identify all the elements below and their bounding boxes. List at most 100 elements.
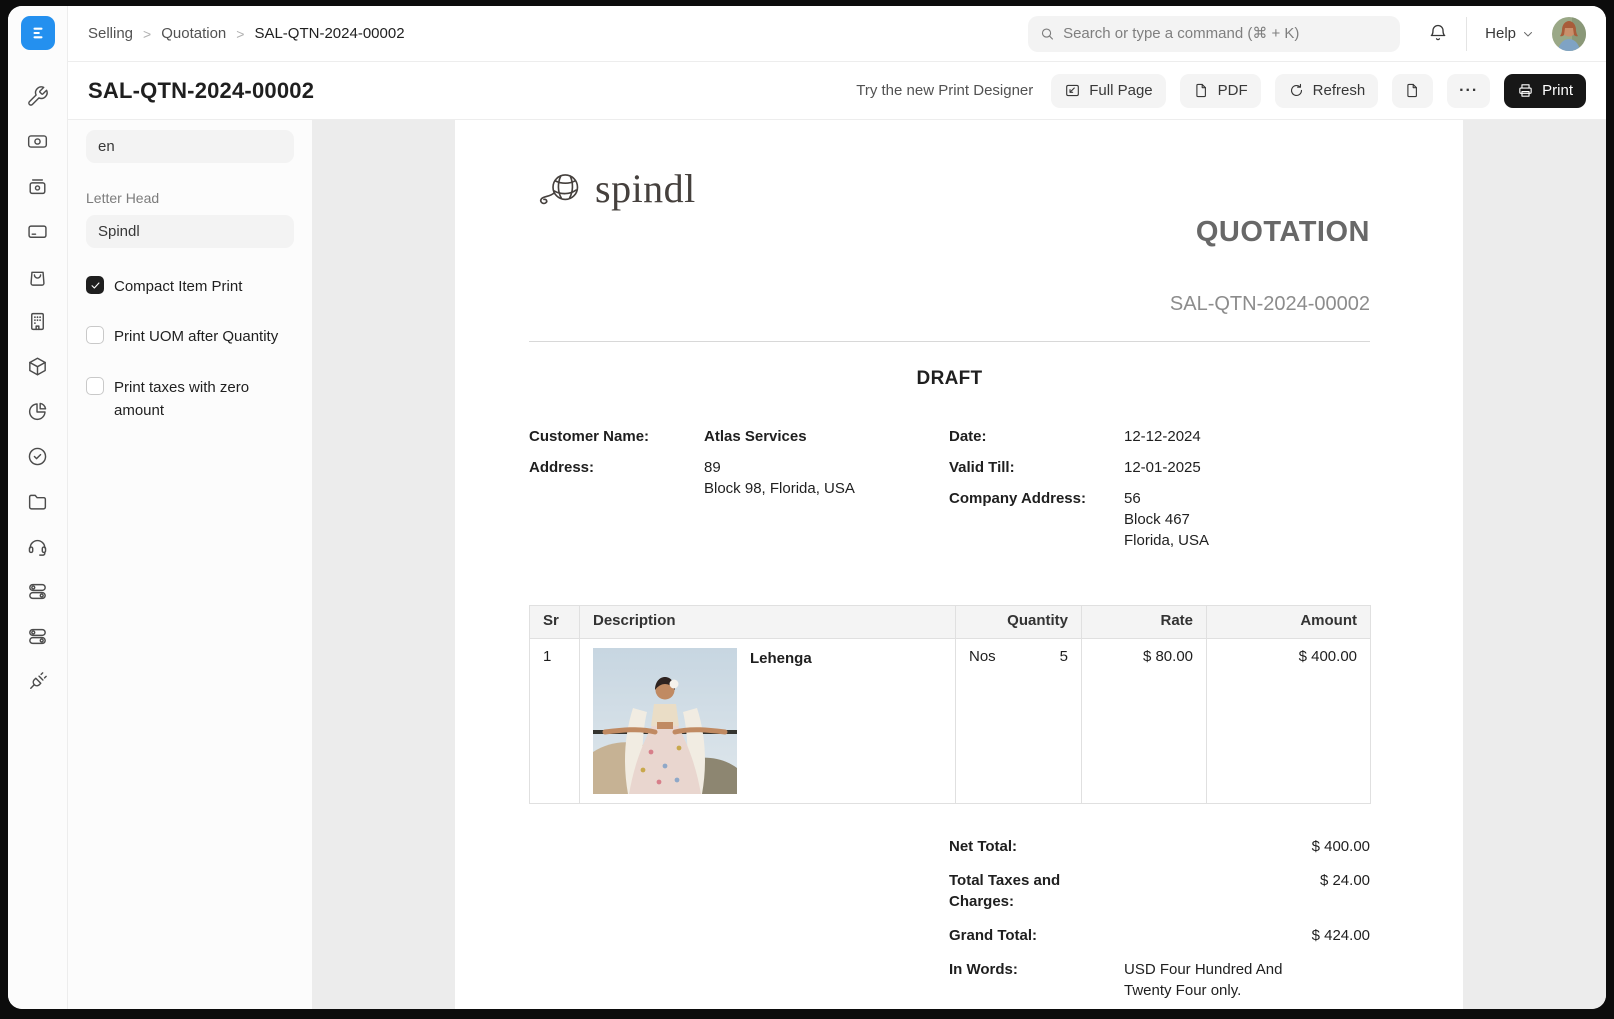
- unchecked-checkbox-icon: [86, 326, 104, 344]
- checkbox-label: Print taxes with zero amount: [114, 376, 294, 423]
- sidebar-item-projects[interactable]: [25, 491, 51, 517]
- valid-till-label: Valid Till:: [949, 457, 1124, 478]
- in-words-value: USD Four Hundred And Twenty Four only.: [1124, 959, 1310, 1001]
- address-label: Address:: [529, 457, 704, 499]
- document-toolbar: SAL-QTN-2024-00002 Try the new Print Des…: [68, 62, 1606, 120]
- checkbox-print-taxes-zero-amount[interactable]: Print taxes with zero amount: [86, 376, 294, 423]
- full-page-button[interactable]: Full Page: [1051, 74, 1165, 108]
- full-page-label: Full Page: [1089, 82, 1152, 99]
- folder-icon: [26, 490, 49, 518]
- help-label: Help: [1485, 25, 1516, 42]
- checkbox-label: Compact Item Print: [114, 275, 242, 298]
- customer-name-label: Customer Name:: [529, 426, 704, 447]
- header-sr: Sr: [530, 606, 580, 639]
- sidebar-item-analytics[interactable]: [25, 401, 51, 427]
- yarn-ball-icon: [529, 167, 587, 211]
- more-actions-button[interactable]: ···: [1447, 74, 1490, 108]
- cell-quantity: Nos 5: [956, 639, 1082, 804]
- address-value: 89 Block 98, Florida, USA: [704, 457, 949, 499]
- cell-rate: $ 80.00: [1082, 639, 1207, 804]
- print-settings-panel: Letter Head Compact Item Print Print UOM…: [68, 120, 312, 1009]
- help-menu[interactable]: Help: [1485, 25, 1534, 42]
- breadcrumb-quotation[interactable]: Quotation: [161, 25, 226, 42]
- checked-checkbox-icon: [86, 276, 104, 294]
- ellipsis-icon: ···: [1459, 82, 1478, 100]
- letterhead-label: Letter Head: [86, 190, 294, 206]
- sidebar-item-quality[interactable]: [25, 446, 51, 472]
- letterhead-input[interactable]: [86, 215, 294, 248]
- avatar-image: [1552, 17, 1586, 51]
- sidebar-item-payments[interactable]: [25, 131, 51, 157]
- language-input[interactable]: [86, 130, 294, 163]
- breadcrumb-selling[interactable]: Selling: [88, 25, 133, 42]
- sidebar-item-buying[interactable]: [25, 176, 51, 202]
- erpnext-e-icon: [28, 23, 48, 43]
- print-preview-area: spindl QUOTATION SAL-QTN-2024-00002 DRAF…: [312, 120, 1606, 1009]
- toggles-alt-icon: [26, 625, 49, 653]
- refresh-icon: [1288, 82, 1305, 99]
- sidebar-item-settings[interactable]: [25, 581, 51, 607]
- customer-name-value: Atlas Services: [704, 426, 949, 447]
- sidebar-item-integrations[interactable]: [25, 671, 51, 697]
- item-qty: 5: [1060, 648, 1068, 665]
- pdf-button[interactable]: PDF: [1180, 74, 1261, 108]
- navbar-divider: [1466, 17, 1467, 51]
- grand-total-value: $ 424.00: [1124, 925, 1370, 946]
- taxes-value: $ 24.00: [1124, 870, 1370, 912]
- item-image: [593, 648, 737, 794]
- try-print-designer-link[interactable]: Try the new Print Designer: [856, 82, 1033, 99]
- print-button[interactable]: Print: [1504, 74, 1586, 108]
- letterhead: spindl: [529, 165, 1370, 212]
- notifications-button[interactable]: [1428, 23, 1450, 45]
- print-label: Print: [1542, 82, 1573, 99]
- credit-card-icon: [26, 220, 49, 248]
- letterhead-divider: [529, 341, 1370, 342]
- status-label: DRAFT: [529, 368, 1370, 390]
- shield-check-icon: [26, 445, 49, 473]
- company-wordmark: spindl: [595, 165, 696, 212]
- view-document-button[interactable]: [1392, 74, 1433, 108]
- chevron-down-icon: [1522, 28, 1534, 40]
- breadcrumb-separator: >: [143, 26, 151, 42]
- package-icon: [26, 355, 49, 383]
- cell-sr: 1: [530, 639, 580, 804]
- doc-type-heading: QUOTATION: [529, 216, 1370, 249]
- breadcrumb: Selling > Quotation > SAL-QTN-2024-00002: [88, 25, 405, 42]
- items-table: Sr Description Quantity Rate Amount 1: [529, 605, 1371, 804]
- sidebar-item-stock[interactable]: [25, 356, 51, 382]
- erpnext-logo[interactable]: [21, 16, 55, 50]
- company-address-value: 56 Block 467 Florida, USA: [1124, 488, 1370, 551]
- tools-icon: [26, 85, 49, 113]
- net-total-label: Net Total:: [949, 836, 1124, 857]
- refresh-button[interactable]: Refresh: [1275, 74, 1379, 108]
- page-title: SAL-QTN-2024-00002: [88, 78, 314, 104]
- bell-icon: [1428, 23, 1448, 43]
- cell-description: Lehenga: [580, 639, 956, 804]
- building-icon: [26, 310, 49, 338]
- document-details: Customer Name: Atlas Services Address: 8…: [529, 426, 1370, 561]
- sidebar-item-users[interactable]: [25, 626, 51, 652]
- header-amount: Amount: [1207, 606, 1371, 639]
- search-bar[interactable]: [1028, 16, 1400, 52]
- sidebar-item-build[interactable]: [25, 86, 51, 112]
- date-label: Date:: [949, 426, 1124, 447]
- taxes-label: Total Taxes and Charges:: [949, 870, 1124, 912]
- checkbox-compact-item-print[interactable]: Compact Item Print: [86, 275, 294, 298]
- sidebar-item-selling[interactable]: [25, 266, 51, 292]
- app-window: Selling > Quotation > SAL-QTN-2024-00002…: [8, 6, 1606, 1009]
- breadcrumb-current[interactable]: SAL-QTN-2024-00002: [254, 25, 404, 42]
- search-input[interactable]: [1063, 25, 1388, 42]
- table-row: 1: [530, 639, 1371, 804]
- item-uom: Nos: [969, 648, 996, 665]
- sidebar-item-support[interactable]: [25, 536, 51, 562]
- sidebar-item-company[interactable]: [25, 311, 51, 337]
- sidebar-item-accounting[interactable]: [25, 221, 51, 247]
- grand-total-label: Grand Total:: [949, 925, 1124, 946]
- refresh-label: Refresh: [1313, 82, 1366, 99]
- print-page: spindl QUOTATION SAL-QTN-2024-00002 DRAF…: [455, 120, 1463, 1009]
- user-avatar[interactable]: [1552, 17, 1586, 51]
- full-page-icon: [1064, 82, 1081, 99]
- search-icon: [1040, 26, 1055, 42]
- checkbox-label: Print UOM after Quantity: [114, 325, 278, 348]
- checkbox-print-uom-after-quantity[interactable]: Print UOM after Quantity: [86, 325, 294, 348]
